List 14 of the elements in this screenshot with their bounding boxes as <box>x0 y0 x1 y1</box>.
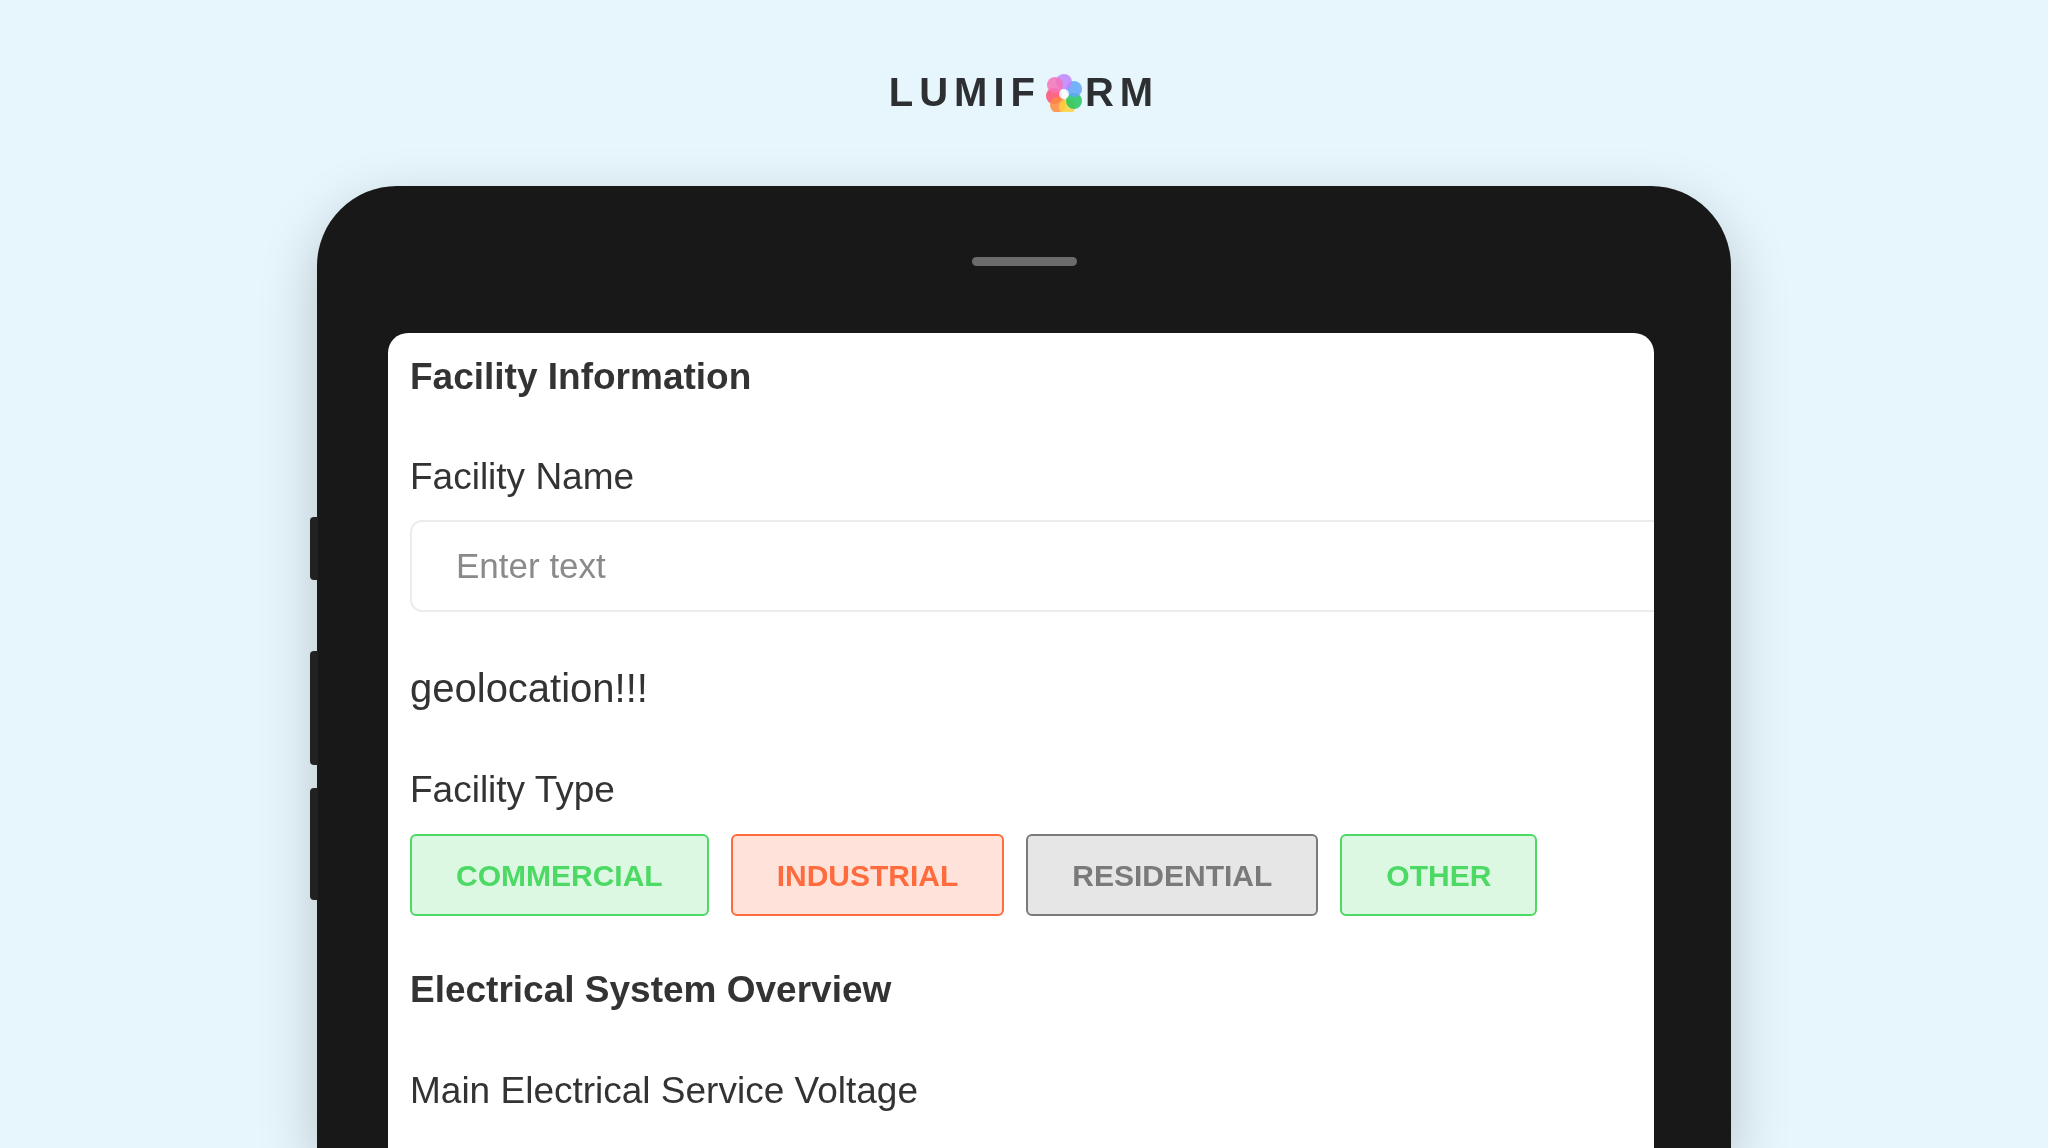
flower-logo-icon <box>1043 72 1083 112</box>
facility-type-option[interactable]: OTHER <box>1340 834 1538 917</box>
section-title: Electrical System Overview <box>410 968 893 1013</box>
facility-type-option[interactable]: COMMERCIAL <box>410 834 709 917</box>
field-label: Facility Name <box>410 455 636 500</box>
facility-type-option[interactable]: INDUSTRIAL <box>730 834 1005 917</box>
field-label: Facility Type <box>410 767 616 812</box>
logo-text: LUMIF <box>888 69 1041 116</box>
facility-type-option[interactable]: RESIDENTIAL <box>1026 834 1319 917</box>
section-title: Facility Information <box>410 355 753 399</box>
logo-text: RM <box>1085 69 1160 116</box>
field-label: geolocation!!! <box>410 664 649 712</box>
input-field[interactable]: Enter text <box>410 519 1654 612</box>
field-label: Main Electrical Service Voltage <box>410 1068 919 1113</box>
